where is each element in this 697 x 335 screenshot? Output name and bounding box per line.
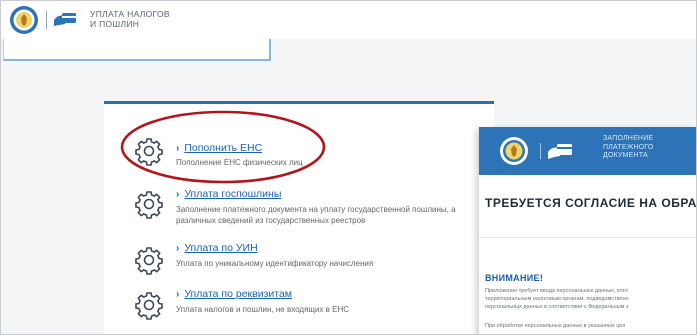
popup-app-line3: ДОКУМЕНТА — [603, 152, 648, 159]
service-item-uin: › Уплата по УИН Уплата по уникальному иде… — [104, 238, 494, 283]
popup-divider — [479, 237, 696, 238]
state-duty-link[interactable]: › Уплата госпошлины — [176, 188, 281, 200]
consent-popup: ЗАПОЛНЕНИЕ ПЛАТЕЖНОГО ДОКУМЕНТА ТРЕБУЕТС… — [479, 127, 697, 334]
chevron-right-icon: › — [176, 289, 180, 300]
processing-text: При обработке персональных данных в указ… — [485, 323, 626, 329]
gear-icon — [135, 292, 163, 320]
payment-card-icon — [54, 13, 76, 26]
chevron-right-icon: › — [176, 243, 180, 254]
chevron-right-icon: › — [176, 189, 180, 200]
popup-app-title: ЗАПОЛНЕНИЕ ПЛАТЕЖНОГО ДОКУМЕНТА — [603, 135, 654, 161]
app-title: УПЛАТА НАЛОГОВ И ПОШЛИН — [90, 9, 170, 29]
uin-payment-label: Уплата по УИН — [184, 242, 258, 254]
fns-emblem-icon — [500, 137, 528, 165]
logo-divider — [46, 11, 47, 29]
state-duty-label: Уплата госпошлины — [184, 188, 282, 200]
service-item-requisites: › Уплата по реквизитам Уплата налогов и п… — [104, 284, 494, 329]
requisites-payment-link[interactable]: › Уплата по реквизитам — [176, 288, 292, 300]
fns-emblem-icon[interactable] — [9, 5, 39, 35]
warning-text-line3: персональных данных в соответствии с Фед… — [485, 304, 629, 310]
uin-payment-link[interactable]: › Уплата по УИН — [176, 242, 258, 254]
gear-icon — [135, 191, 163, 219]
uin-payment-description: Уплата по уникальному идентификатору нач… — [176, 259, 374, 268]
popup-logo-divider — [540, 143, 541, 159]
app-title-line1: УПЛАТА НАЛОГОВ — [90, 9, 170, 19]
warning-text: Приложение требует ввода персональных да… — [485, 287, 629, 311]
warning-text-line2: территориальным налоговым органам, подве… — [485, 296, 629, 302]
popup-header: ЗАПОЛНЕНИЕ ПЛАТЕЖНОГО ДОКУМЕНТА — [479, 127, 696, 175]
state-duty-description-line1: Заполнение платежного документа на уплат… — [176, 205, 456, 214]
popup-app-line2: ПЛАТЕЖНОГО — [603, 143, 654, 151]
requisites-payment-description: Уплата налогов и пошлин, не входящих в Е… — [176, 305, 350, 314]
popup-app-line1: ЗАПОЛНЕНИЕ — [603, 135, 654, 142]
payment-card-icon — [548, 144, 572, 159]
gear-icon — [135, 247, 163, 275]
top-bar: УПЛАТА НАЛОГОВ И ПОШЛИН — [1, 1, 696, 39]
app-title-line2: И ПОШЛИН — [90, 19, 140, 29]
top-card — [3, 39, 271, 61]
app-window: УПЛАТА НАЛОГОВ И ПОШЛИН › Пополнить ЕНС П… — [0, 0, 697, 335]
warning-text-line1: Приложение требует ввода персональных да… — [485, 288, 628, 294]
warning-heading: ВНИМАНИЕ! — [485, 273, 544, 283]
service-item-state-duty: › Уплата госпошлины Заполнение платежного… — [104, 184, 494, 234]
consent-title: ТРЕБУЕТСЯ СОГЛАСИЕ НА ОБРА — [485, 196, 697, 210]
state-duty-description-line2: различных сведений из государственных ре… — [176, 216, 366, 225]
requisites-payment-label: Уплата по реквизитам — [184, 288, 292, 300]
highlight-ellipse — [120, 110, 326, 184]
